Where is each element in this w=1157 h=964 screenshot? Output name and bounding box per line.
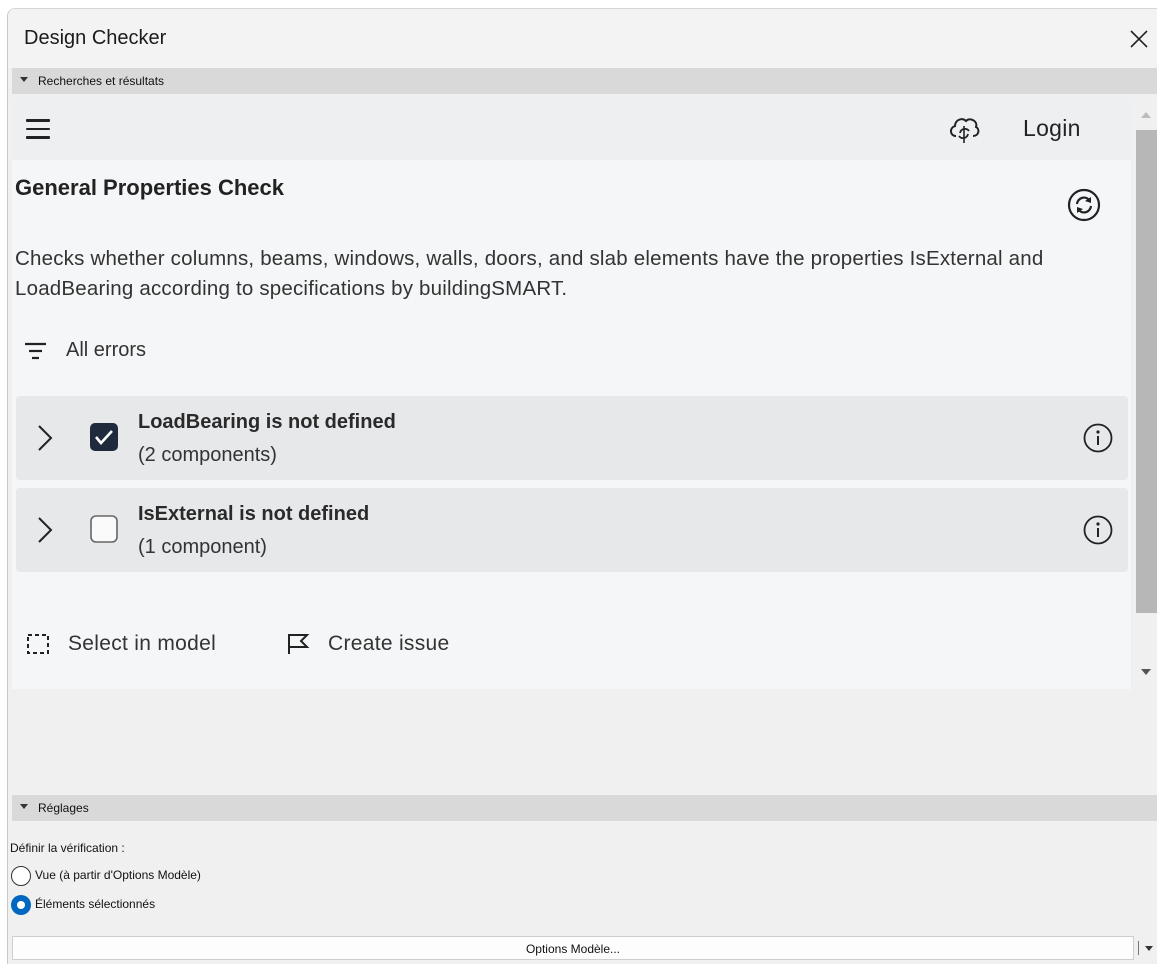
- collapse-triangle-icon: [20, 77, 28, 82]
- check-title: General Properties Check: [15, 175, 285, 200]
- error-row[interactable]: IsExternal is not defined (1 component): [16, 488, 1128, 572]
- scroll-up-arrow-icon[interactable]: [1141, 112, 1151, 118]
- results-section-header[interactable]: Recherches et résultats: [12, 68, 1157, 94]
- design-checker-window: Design Checker Recherches et résultats L…: [7, 8, 1157, 964]
- select-in-model-label: Select in model: [68, 632, 217, 655]
- filter-label: All errors: [66, 339, 147, 361]
- error-row[interactable]: LoadBearing is not defined (2 components…: [16, 396, 1128, 480]
- settings-section-label: Réglages: [38, 801, 89, 815]
- dropdown-arrow-icon: [1145, 946, 1153, 951]
- model-options-button[interactable]: Options Modèle...: [12, 936, 1134, 960]
- error-count: (2 components): [138, 444, 277, 466]
- define-check-label: Définir la vérification :: [10, 841, 125, 855]
- hamburger-menu-icon[interactable]: [26, 119, 50, 139]
- radio-button-off[interactable]: [11, 866, 31, 886]
- cloud-sync-icon[interactable]: [946, 112, 982, 146]
- results-section-label: Recherches et résultats: [38, 74, 165, 88]
- vertical-scrollbar[interactable]: [1133, 97, 1157, 689]
- info-icon[interactable]: [1082, 514, 1114, 546]
- refresh-icon[interactable]: [1066, 187, 1102, 223]
- model-options-label: Options Modèle...: [525, 942, 621, 956]
- check-description: Checks whether columns, beams, windows, …: [15, 247, 1044, 300]
- settings-section-header[interactable]: Réglages: [12, 795, 1157, 821]
- error-checkbox[interactable]: [90, 423, 118, 451]
- close-icon: [1130, 30, 1148, 48]
- checkbox-checked-icon: [90, 423, 118, 451]
- error-title: IsExternal is not defined: [138, 503, 370, 525]
- checker-panel: Login General Properties Check Checks wh…: [12, 97, 1131, 689]
- error-count: (1 component): [138, 536, 267, 558]
- error-checkbox[interactable]: [90, 515, 118, 543]
- close-button[interactable]: [1120, 23, 1156, 53]
- title-bar: Design Checker: [8, 9, 1157, 68]
- panel-toolbar: Login: [12, 97, 1131, 160]
- scrollbar-thumb[interactable]: [1136, 130, 1157, 613]
- radio-button-on[interactable]: [11, 895, 31, 915]
- filter-icon: [25, 342, 46, 360]
- create-issue-label: Create issue: [328, 632, 450, 655]
- collapse-triangle-icon: [20, 804, 28, 809]
- flag-icon: [288, 634, 310, 654]
- checkbox-unchecked-icon: [90, 515, 118, 543]
- model-options-dropdown[interactable]: [1134, 936, 1157, 960]
- info-icon[interactable]: [1082, 422, 1114, 454]
- error-title: LoadBearing is not defined: [138, 411, 396, 433]
- scroll-down-arrow-icon[interactable]: [1141, 669, 1151, 675]
- login-button[interactable]: Login: [1023, 115, 1081, 142]
- radio-label: Éléments sélectionnés: [35, 897, 156, 911]
- radio-label: Vue (à partir d'Options Modèle): [35, 868, 201, 882]
- select-box-icon: [27, 634, 49, 654]
- window-title: Design Checker: [24, 27, 167, 49]
- chevron-right-icon[interactable]: [34, 422, 56, 454]
- chevron-right-icon[interactable]: [34, 514, 56, 546]
